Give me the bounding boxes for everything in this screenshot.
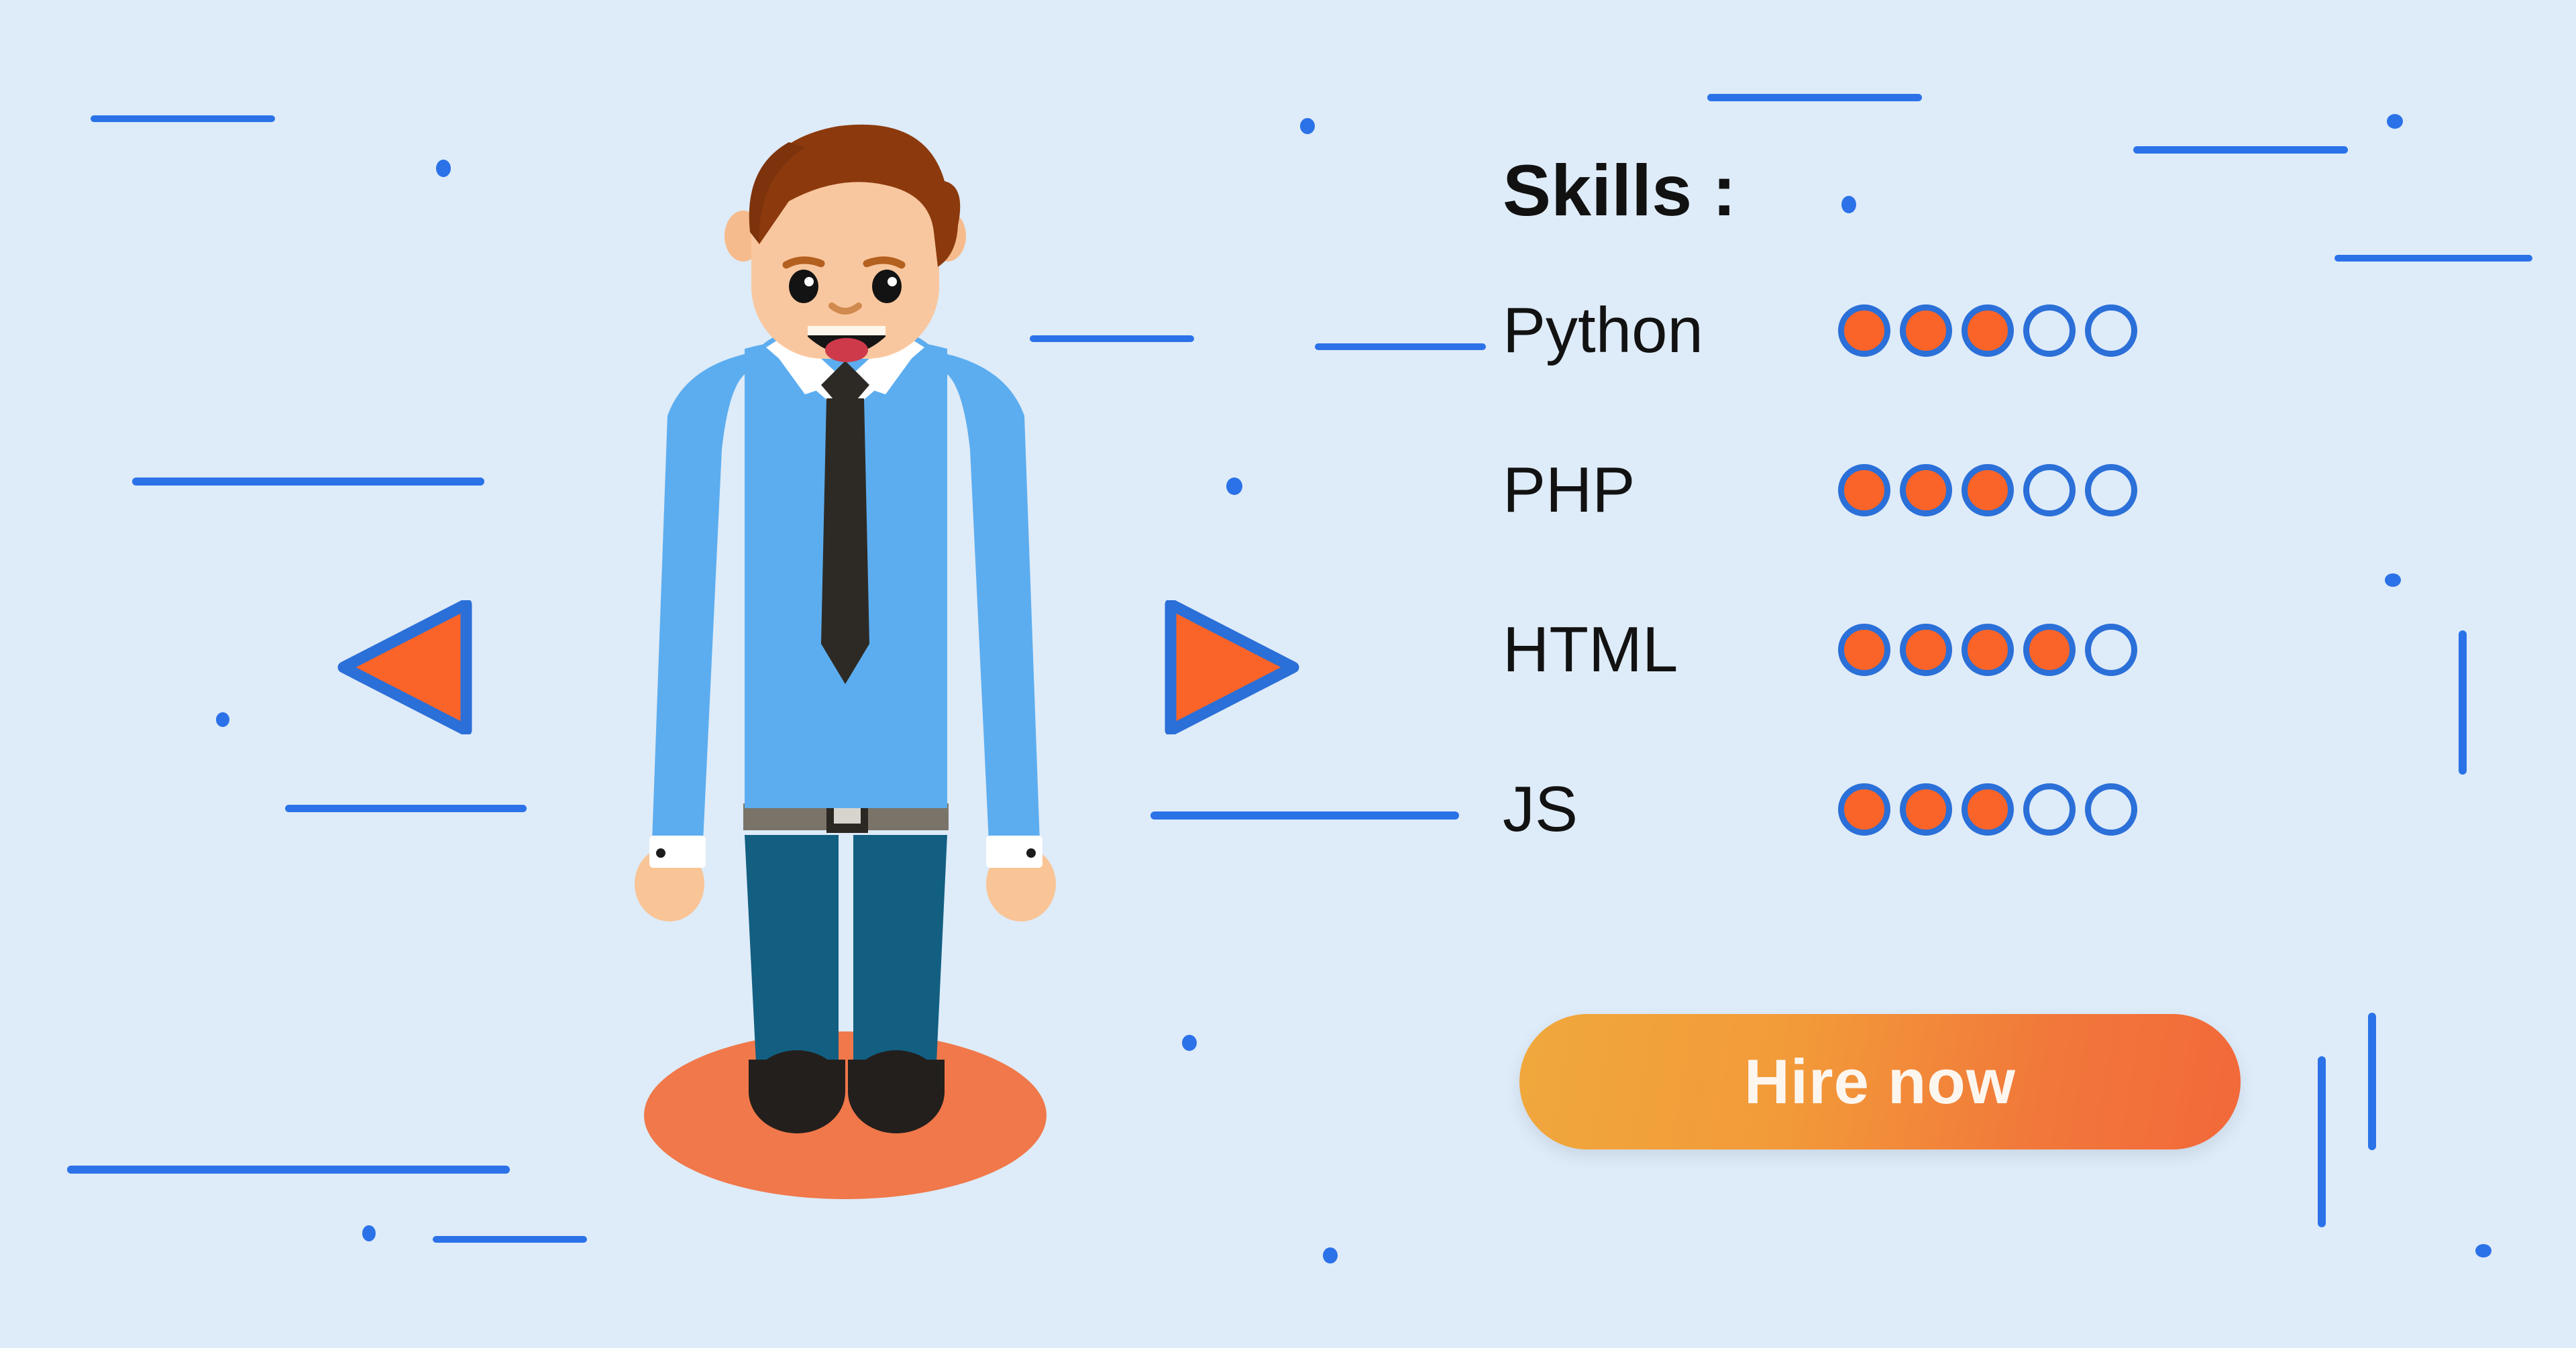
skill-row: PHP [1503,410,2361,570]
deco-dot [2385,573,2401,587]
rating-dot[interactable] [1900,783,1952,836]
deco-dot [1323,1247,1338,1263]
left-eye [789,270,818,303]
developer-character-illustration [523,101,1167,1227]
deco-line [285,805,527,812]
skills-title: Skills : [1503,150,1737,231]
belt-buckle-plate [834,806,861,824]
skill-rating-php[interactable] [1838,464,2137,516]
rating-dot[interactable] [1838,464,1890,516]
deco-dot [1300,118,1315,134]
deco-line [1150,811,1459,820]
deco-line [91,115,275,122]
triangle-right-icon[interactable] [1164,598,1301,736]
rating-dot[interactable] [2023,304,2076,357]
tongue-body [825,338,868,362]
rating-dot[interactable] [1962,304,2014,357]
right-sleeve [947,354,1040,842]
skill-label-python: Python [1503,294,1703,366]
rating-dot[interactable] [2085,464,2137,516]
right-eye [872,270,902,303]
rating-dot[interactable] [1900,464,1952,516]
deco-line [132,478,484,486]
rating-dot[interactable] [2085,783,2137,836]
deco-dot [1226,478,1242,495]
deco-line [2459,630,2467,775]
deco-line [1707,94,1922,101]
deco-dot [2475,1244,2491,1257]
rating-dot[interactable] [2085,304,2137,357]
skills-panel: Skills : Python PHP HTML JS [1503,154,2361,889]
rating-dot[interactable] [2023,783,2076,836]
rating-dot[interactable] [1838,304,1890,357]
skill-row: HTML [1503,570,2361,730]
rating-dot[interactable] [1900,304,1952,357]
necktie-blade [821,398,869,684]
deco-dot [362,1225,376,1241]
deco-line [2368,1013,2376,1150]
right-eye-highlight [888,277,897,286]
skill-rating-js[interactable] [1838,783,2137,836]
skill-label-php: PHP [1503,454,1635,526]
teeth [808,326,885,335]
skill-rating-python[interactable] [1838,304,2137,357]
triangle-left-icon[interactable] [335,598,473,736]
skill-label-js: JS [1503,773,1578,845]
next-slide-button[interactable] [1164,598,1301,736]
left-cuff-button [656,848,665,858]
skill-row: JS [1503,730,2361,889]
rating-dot[interactable] [1838,783,1890,836]
deco-line [2318,1056,2326,1227]
ground-shadow [644,1031,1046,1199]
skill-rating-html[interactable] [1838,624,2137,676]
right-trouser-leg [853,835,947,1076]
left-sleeve [652,354,745,842]
deco-line [2334,255,2532,262]
rating-dot[interactable] [2023,464,2076,516]
deco-dot [1182,1035,1197,1051]
skill-label-html: HTML [1503,614,1678,685]
left-trouser-leg [745,835,839,1076]
skills-banner: Skills : Python PHP HTML JS Hire now [0,0,2576,1348]
deco-line [2133,146,2348,154]
rating-dot[interactable] [2085,624,2137,676]
left-shoe-top [749,1060,845,1093]
deco-line [67,1166,510,1174]
hire-now-button[interactable]: Hire now [1519,1014,2241,1149]
deco-line [433,1236,587,1243]
rating-dot[interactable] [1838,624,1890,676]
rating-dot[interactable] [1900,624,1952,676]
rating-dot[interactable] [2023,624,2076,676]
deco-dot [436,160,451,177]
deco-line [1315,343,1486,350]
skill-row: Python [1503,251,2361,410]
deco-dot [216,712,229,727]
rating-dot[interactable] [1962,624,2014,676]
deco-dot [2387,114,2403,129]
right-shoe-top [848,1060,945,1093]
rating-dot[interactable] [1962,783,2014,836]
left-eye-highlight [804,277,814,286]
prev-slide-button[interactable] [335,598,473,736]
right-cuff-button [1026,848,1036,858]
rating-dot[interactable] [1962,464,2014,516]
